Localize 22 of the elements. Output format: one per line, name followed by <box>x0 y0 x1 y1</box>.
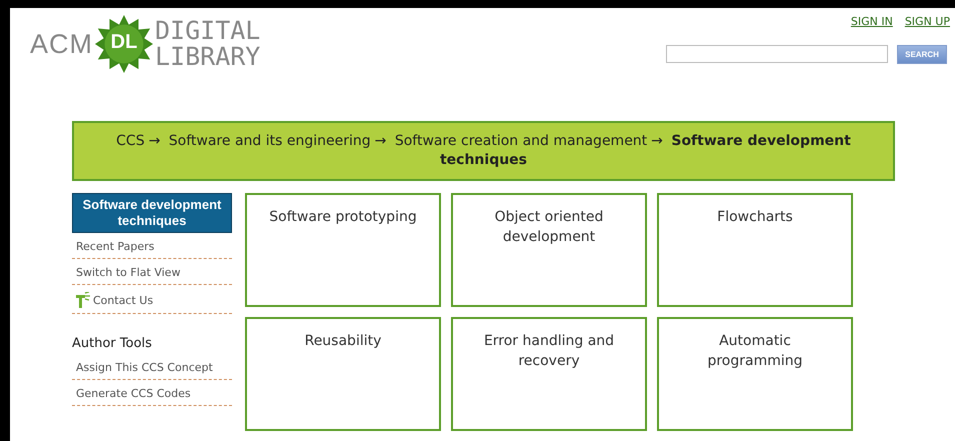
starburst-icon <box>95 15 153 73</box>
account-link[interactable]: SIGN UP <box>904 15 950 28</box>
account-link[interactable]: SIGN IN <box>850 15 893 28</box>
sidebar-link[interactable]: Recent Papers <box>76 240 154 253</box>
section-heading: Author Tools <box>72 336 153 351</box>
sidebar-link[interactable]: Assign This CCS Concept <box>76 361 213 374</box>
sidebar-link[interactable]: Contact Us <box>93 294 154 306</box>
sidebar-title: Software development techniques <box>72 193 232 233</box>
logo-text: LIBRARY <box>155 44 260 70</box>
concept-card[interactable]: Error handling and recovery <box>451 317 647 431</box>
concept-card[interactable]: Object oriented development <box>451 193 647 307</box>
logo-text: ACM <box>30 28 93 60</box>
concept-card[interactable]: Software prototyping <box>245 193 441 307</box>
logo-text: DIGITAL <box>155 18 260 44</box>
sidebar-link[interactable]: Switch to Flat View <box>76 266 180 279</box>
search-field[interactable] <box>666 45 888 63</box>
concept-card[interactable]: Flowcharts <box>657 193 853 307</box>
concept-card[interactable]: Reusability <box>245 317 441 431</box>
concept-card[interactable]: Automatic programming <box>657 317 853 431</box>
sidebar-link[interactable]: Generate CCS Codes <box>76 387 191 400</box>
breadcrumb-trail[interactable]: CCS → Software and its engineering → Software creation and management → Software development techniques <box>74 132 893 170</box>
logo-badge-text: DL <box>110 31 138 54</box>
